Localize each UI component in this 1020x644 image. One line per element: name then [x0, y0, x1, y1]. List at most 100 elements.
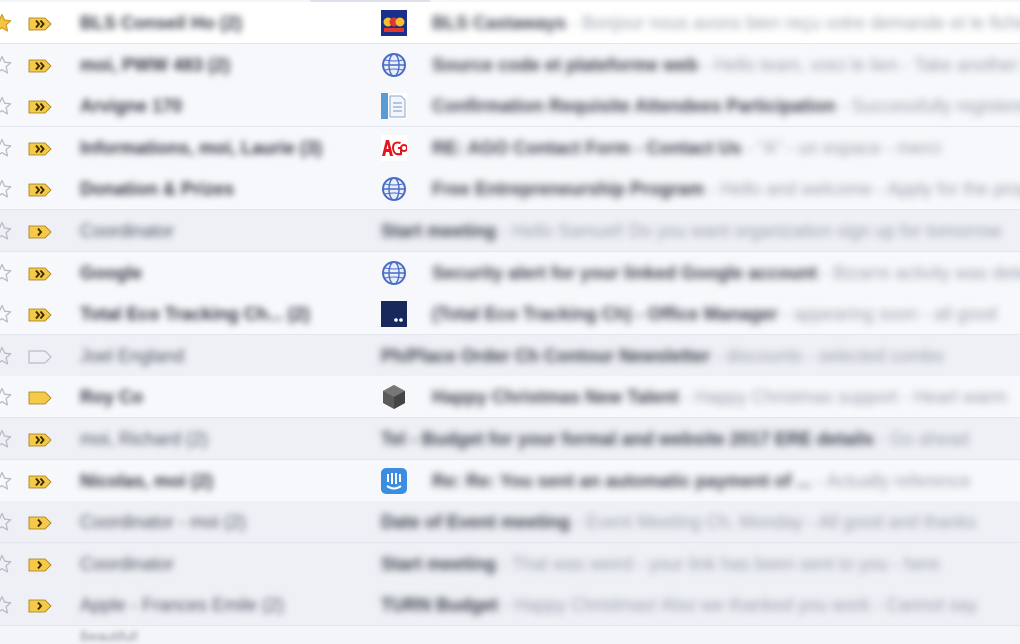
- message-sender: Arvigne 170: [80, 96, 183, 117]
- message-snippet: - Happy Christmas support - Heart warm: [678, 387, 1007, 408]
- message-snippet: - "A" - un espace - merci: [741, 137, 942, 158]
- message-preview: Ph/Place Order Ch Contour Newsletter - d…: [381, 335, 1020, 377]
- message-sender: Coordinator - moi (2): [80, 512, 247, 533]
- star-outline-icon[interactable]: [0, 387, 12, 407]
- message-subject: Tel - Budget for your formal and website…: [381, 429, 874, 449]
- star-outline-icon[interactable]: [0, 429, 12, 449]
- message-subject: BLS Castaways: [432, 13, 567, 33]
- message-snippet: - Actually reference: [811, 470, 971, 491]
- importance-marker-icon[interactable]: [28, 59, 52, 73]
- message-row[interactable]: Roy Co Happy Christmas New Talent - Happy…: [0, 376, 1020, 419]
- star-outline-icon[interactable]: [0, 346, 12, 366]
- importance-marker-icon[interactable]: [28, 183, 52, 197]
- message-row[interactable]: Coordinator Start meeting - Hello Samuel!…: [0, 210, 1020, 252]
- message-preview: RE: AGO Contact Form - Contact Us - "A" …: [432, 127, 1020, 169]
- message-sender: Donation & Prizes: [80, 179, 235, 200]
- star-outline-icon[interactable]: [0, 304, 12, 324]
- message-snippet: - Go ahead: [873, 429, 969, 449]
- message-snippet: - Bizarre activity was detected: [822, 262, 1020, 283]
- message-row[interactable]: moi, PWW 483 (2) Source code et plateform…: [0, 43, 1020, 86]
- message-subject: Confirmation Requisite Attendees Partici…: [432, 96, 836, 117]
- message-row[interactable]: Informations, moi, Laurie (3) RE: AGO Con…: [0, 126, 1020, 169]
- message-row[interactable]: Total Eco Tracking Ch... (2) (Total Eco T…: [0, 293, 1020, 336]
- message-sender: Joel England: [80, 345, 185, 366]
- globe-icon: [381, 176, 407, 202]
- message-preview: Source code et plateforme web - Hello te…: [432, 44, 1020, 86]
- message-preview: Confirmation Requisite Attendees Partici…: [432, 85, 1020, 127]
- message-snippet: - discounts - selected combo: [710, 345, 945, 366]
- document-icon: [381, 93, 407, 120]
- message-subject: TURN Budget: [381, 595, 498, 616]
- message-sender: Coordinator: [80, 221, 175, 241]
- star-outline-icon[interactable]: [0, 221, 12, 241]
- message-snippet: - appearing soon - all good: [777, 304, 997, 325]
- star-outline-icon[interactable]: [0, 179, 12, 199]
- message-subject: Source code et plateforme web: [432, 54, 699, 75]
- importance-marker-icon[interactable]: [28, 17, 52, 31]
- message-row[interactable]: Apple - Frances Emile (2) TURN Budget - H…: [0, 584, 1020, 627]
- message-sender: Nicolas, moi (2): [80, 470, 214, 491]
- message-sender: Total Eco Tracking Ch... (2): [80, 304, 310, 325]
- star-outline-icon[interactable]: [0, 138, 12, 158]
- message-preview: Tel - Budget for your formal and website…: [381, 418, 1020, 460]
- message-list: BLS Conseil Ho (2) BLS Castaways - Bonjou…: [0, 0, 1020, 644]
- importance-marker-icon[interactable]: [28, 100, 52, 114]
- message-preview: (Total Eco Tracking Ch) - Office Manager…: [432, 293, 1020, 335]
- message-row[interactable]: Google Security alert for your linked Goo…: [0, 251, 1020, 294]
- importance-marker-icon[interactable]: [28, 142, 52, 156]
- star-outline-icon[interactable]: [0, 595, 12, 615]
- message-preview: Happy Christmas New Talent - Happy Chris…: [432, 376, 1020, 418]
- globe-icon: [381, 260, 407, 286]
- ago-logo-icon: [381, 134, 408, 161]
- importance-marker-icon[interactable]: [28, 225, 52, 239]
- cube-icon: [381, 384, 407, 410]
- importance-marker-icon[interactable]: [28, 308, 52, 322]
- message-snippet: - Event Meeting Ch, Monday - All good an…: [570, 512, 977, 533]
- list-footer: Beautiful!: [80, 628, 139, 644]
- message-preview: TURN Budget - Happy Christmas! Also we t…: [381, 584, 1020, 626]
- importance-marker-icon[interactable]: [28, 391, 52, 405]
- message-row[interactable]: moi, Richard (2) Tel - Budget for your fo…: [0, 418, 1020, 460]
- message-row[interactable]: Arvigne 170 Confirmation Requisite Attend…: [0, 85, 1020, 128]
- message-sender: Apple - Frances Emile (2): [80, 595, 285, 616]
- message-row[interactable]: Coordinator Start meeting - That was weir…: [0, 542, 1020, 585]
- star-outline-icon[interactable]: [0, 471, 12, 491]
- globe-icon: [381, 52, 407, 78]
- message-sender: Informations, moi, Laurie (3): [80, 137, 323, 158]
- importance-marker-empty-icon[interactable]: [28, 350, 52, 364]
- message-subject: RE: AGO Contact Form - Contact Us: [432, 137, 742, 158]
- message-preview: Date of Event meeting - Event Meeting Ch…: [381, 501, 1020, 543]
- message-subject: (Total Eco Tracking Ch) - Office Manager: [432, 304, 778, 325]
- message-preview: BLS Castaways - Bonjour nous avons bien …: [432, 2, 1020, 44]
- message-row[interactable]: Donation & Prizes Free Entrepreneurship P…: [0, 168, 1020, 211]
- message-row[interactable]: Nicolas, moi (2) Re: Re: You sent an auto…: [0, 459, 1020, 502]
- star-filled-icon[interactable]: [0, 13, 12, 33]
- message-preview: Security alert for your linked Google ac…: [432, 252, 1020, 294]
- star-outline-icon[interactable]: [0, 512, 12, 532]
- message-row[interactable]: Coordinator - moi (2) Date of Event meeti…: [0, 501, 1020, 544]
- star-outline-icon[interactable]: [0, 96, 12, 116]
- message-subject: Free Entrepreneurship Program: [432, 179, 705, 200]
- star-outline-icon[interactable]: [0, 55, 12, 75]
- importance-marker-icon[interactable]: [28, 267, 52, 281]
- message-subject: Re: Re: You sent an automatic payment of…: [432, 470, 812, 491]
- message-preview: Re: Re: You sent an automatic payment of…: [432, 460, 1020, 502]
- importance-marker-icon[interactable]: [28, 516, 52, 530]
- message-row[interactable]: Joel England Ph/Place Order Ch Contour Ne…: [0, 334, 1020, 377]
- message-snippet: - Hello Samuel! Do you want organization…: [496, 221, 1002, 241]
- star-outline-icon[interactable]: [0, 263, 12, 283]
- message-preview: Start meeting - Hello Samuel! Do you wan…: [381, 210, 1020, 252]
- star-outline-icon[interactable]: [0, 554, 12, 574]
- importance-marker-icon[interactable]: [28, 599, 52, 613]
- message-subject: Start meeting: [381, 553, 497, 574]
- importance-marker-icon[interactable]: [28, 475, 52, 489]
- message-snippet: - That was weird - your link has been se…: [496, 553, 940, 574]
- message-snippet: - Successfully registered for the sessio…: [840, 96, 1020, 117]
- message-row[interactable]: BLS Conseil Ho (2) BLS Castaways - Bonjou…: [0, 2, 1020, 44]
- importance-marker-icon[interactable]: [28, 558, 52, 572]
- message-snippet: - Happy Christmas! Also we thanked you w…: [497, 595, 978, 616]
- message-sender: Google: [80, 262, 142, 283]
- importance-marker-icon[interactable]: [28, 433, 52, 447]
- message-subject: Ph/Place Order Ch Contour Newsletter: [381, 345, 711, 366]
- dark-square-icon: [381, 301, 407, 328]
